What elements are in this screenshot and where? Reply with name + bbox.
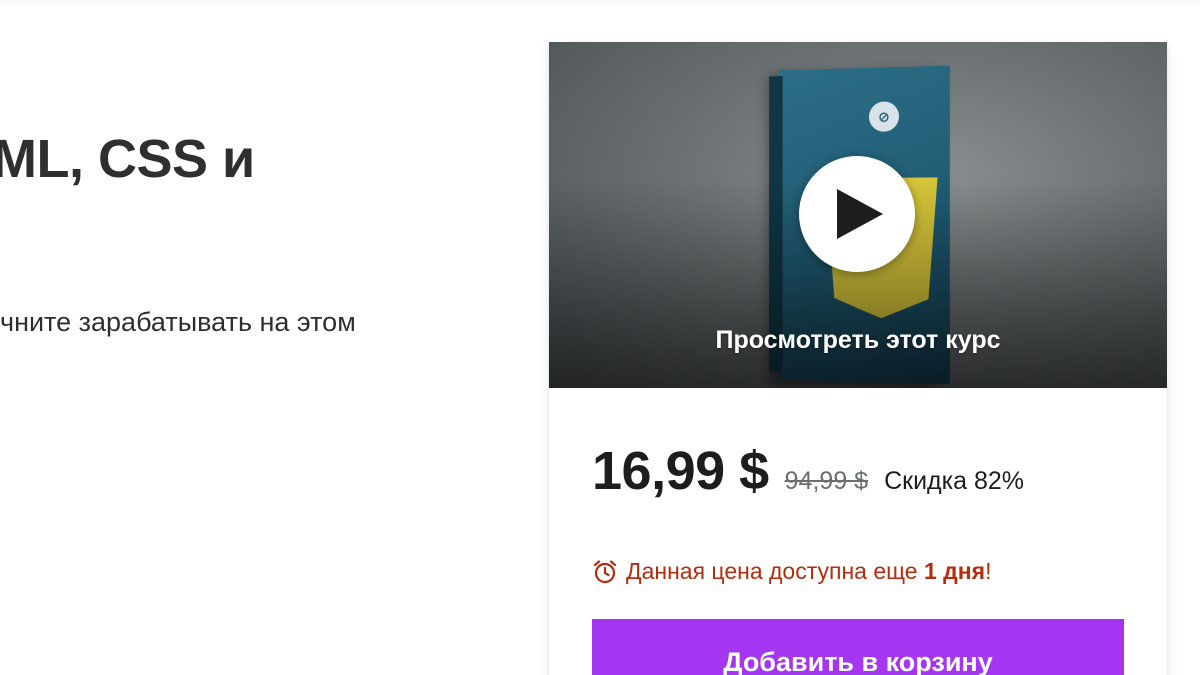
course-subtitle: чните зарабатывать на этом <box>0 307 356 337</box>
timer-prefix: Данная цена доступна еще <box>626 558 924 584</box>
course-landing-page: ML, CSS и чните зарабатывать на этом ⊘ П… <box>0 0 1200 675</box>
current-price: 16,99 $ <box>592 441 769 501</box>
timer-suffix: ! <box>985 558 992 584</box>
price-row: 16,99 $ 94,99 $ Скидка 82% <box>592 440 1024 502</box>
add-to-cart-button[interactable]: Добавить в корзину <box>592 619 1124 675</box>
course-preview[interactable]: ⊘ Просмотреть этот курс <box>549 42 1167 388</box>
discount-label: Скидка 82% <box>884 467 1025 495</box>
play-button[interactable] <box>799 156 915 272</box>
timer-duration: 1 дня <box>923 558 986 584</box>
preview-course-label[interactable]: Просмотреть этот курс <box>549 326 1167 355</box>
play-icon <box>837 189 883 239</box>
original-price: 94,99 $ <box>784 467 869 495</box>
top-divider <box>0 0 1200 3</box>
timer-text: Данная цена доступна еще 1 дня! <box>626 558 991 585</box>
alarm-clock-icon <box>593 559 617 583</box>
price-timer: Данная цена доступна еще 1 дня! <box>592 558 991 585</box>
course-title: ML, CSS и <box>0 129 255 189</box>
purchase-card: ⊘ Просмотреть этот курс 16,99 $ 94,99 $ … <box>549 42 1167 675</box>
